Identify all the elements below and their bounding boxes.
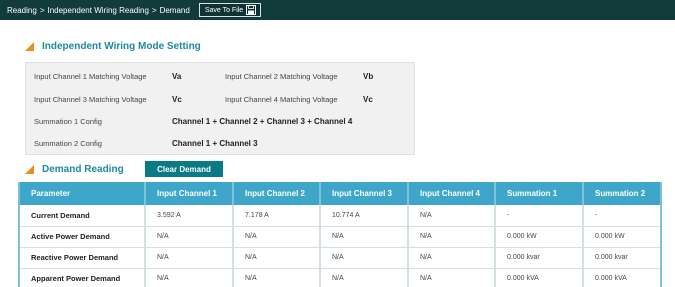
breadcrumb-separator: > — [39, 5, 45, 15]
demand-table-container: Parameter Input Channel 1 Input Channel … — [18, 182, 662, 287]
breadcrumb: Reading > Independent Wiring Reading > D… — [7, 6, 190, 15]
table-cell: N/A — [408, 247, 496, 269]
parameter-name: Current Demand — [20, 205, 146, 227]
setting-label: Input Channel 1 Matching Voltage — [34, 72, 147, 81]
table-cell: 0.000 kvar — [495, 247, 584, 269]
breadcrumb-item-independent-wiring[interactable]: Independent Wiring Reading — [47, 6, 148, 15]
table-cell: N/A — [320, 226, 409, 248]
table-row: Apparent Power Demand N/A N/A N/A N/A 0.… — [20, 268, 660, 287]
settings-row: Summation 1 Config Channel 1 + Channel 2… — [26, 110, 416, 132]
setting-label: Input Channel 3 Matching Voltage — [34, 95, 147, 104]
setting-label: Input Channel 4 Matching Voltage — [225, 95, 338, 104]
table-cell: 0.000 kvar — [583, 247, 660, 269]
parameter-name: Active Power Demand — [20, 226, 146, 248]
table-cell: 10.774 A — [320, 205, 409, 227]
wiring-section-header[interactable]: Independent Wiring Mode Setting — [25, 41, 201, 52]
clear-demand-button[interactable]: Clear Demand — [145, 161, 223, 177]
parameter-name: Reactive Power Demand — [20, 247, 146, 269]
column-header: Input Channel 2 — [233, 182, 321, 205]
table-cell: N/A — [145, 268, 234, 287]
save-to-file-button[interactable]: Save To File — [198, 3, 262, 17]
table-cell: 0.000 kW — [583, 226, 660, 248]
demand-section-title: Demand Reading — [42, 164, 124, 175]
column-header: Input Channel 1 — [145, 182, 234, 205]
wiring-settings-panel: Input Channel 1 Matching Voltage Va Inpu… — [25, 62, 415, 155]
table-cell: N/A — [408, 268, 496, 287]
table-cell: - — [495, 205, 584, 227]
collapse-triangle-icon[interactable] — [25, 165, 34, 174]
wiring-section-title: Independent Wiring Mode Setting — [42, 41, 201, 52]
table-row: Current Demand 3.592 A 7.178 A 10.774 A … — [20, 205, 660, 227]
table-header-row: Parameter Input Channel 1 Input Channel … — [20, 182, 660, 205]
settings-row: Input Channel 3 Matching Voltage Vc Inpu… — [26, 88, 416, 110]
collapse-triangle-icon[interactable] — [25, 42, 34, 51]
table-cell: 0.000 kW — [495, 226, 584, 248]
table-row: Active Power Demand N/A N/A N/A N/A 0.00… — [20, 226, 660, 248]
floppy-disk-icon — [246, 5, 257, 15]
table-cell: N/A — [145, 247, 234, 269]
setting-value: Vb — [363, 72, 374, 81]
breadcrumb-separator: > — [151, 5, 157, 15]
demand-section-header[interactable]: Demand Reading — [25, 164, 124, 175]
table-cell: N/A — [320, 247, 409, 269]
table-cell: N/A — [233, 226, 321, 248]
setting-label: Summation 1 Config — [34, 117, 102, 126]
table-cell: 3.592 A — [145, 205, 234, 227]
save-to-file-label: Save To File — [204, 6, 244, 14]
column-header: Input Channel 3 — [320, 182, 409, 205]
column-header: Summation 2 — [583, 182, 660, 205]
table-cell: N/A — [145, 226, 234, 248]
table-row: Reactive Power Demand N/A N/A N/A N/A 0.… — [20, 247, 660, 269]
table-cell: N/A — [320, 268, 409, 287]
parameter-name: Apparent Power Demand — [20, 268, 146, 287]
breadcrumb-item-demand: Demand — [159, 5, 190, 15]
table-cell: 7.178 A — [233, 205, 321, 227]
setting-label: Input Channel 2 Matching Voltage — [225, 72, 338, 81]
settings-row: Summation 2 Config Channel 1 + Channel 3 — [26, 132, 416, 154]
setting-value: Channel 1 + Channel 3 — [172, 139, 258, 148]
table-cell: N/A — [233, 268, 321, 287]
table-cell: - — [583, 205, 660, 227]
table-cell: 0.000 kVA — [583, 268, 660, 287]
column-header: Summation 1 — [495, 182, 584, 205]
setting-value: Va — [172, 72, 182, 81]
column-header: Parameter — [20, 182, 146, 205]
top-bar: Reading > Independent Wiring Reading > D… — [0, 0, 675, 20]
table-cell: 0.000 kVA — [495, 268, 584, 287]
column-header: Input Channel 4 — [408, 182, 496, 205]
settings-row: Input Channel 1 Matching Voltage Va Inpu… — [26, 65, 416, 87]
table-cell: N/A — [408, 226, 496, 248]
table-cell: N/A — [233, 247, 321, 269]
demand-table: Parameter Input Channel 1 Input Channel … — [20, 182, 660, 287]
setting-value: Channel 1 + Channel 2 + Channel 3 + Chan… — [172, 117, 353, 126]
setting-label: Summation 2 Config — [34, 139, 102, 148]
setting-value: Vc — [363, 95, 373, 104]
setting-value: Vc — [172, 95, 182, 104]
table-cell: N/A — [408, 205, 496, 227]
breadcrumb-item-reading[interactable]: Reading — [7, 6, 37, 15]
